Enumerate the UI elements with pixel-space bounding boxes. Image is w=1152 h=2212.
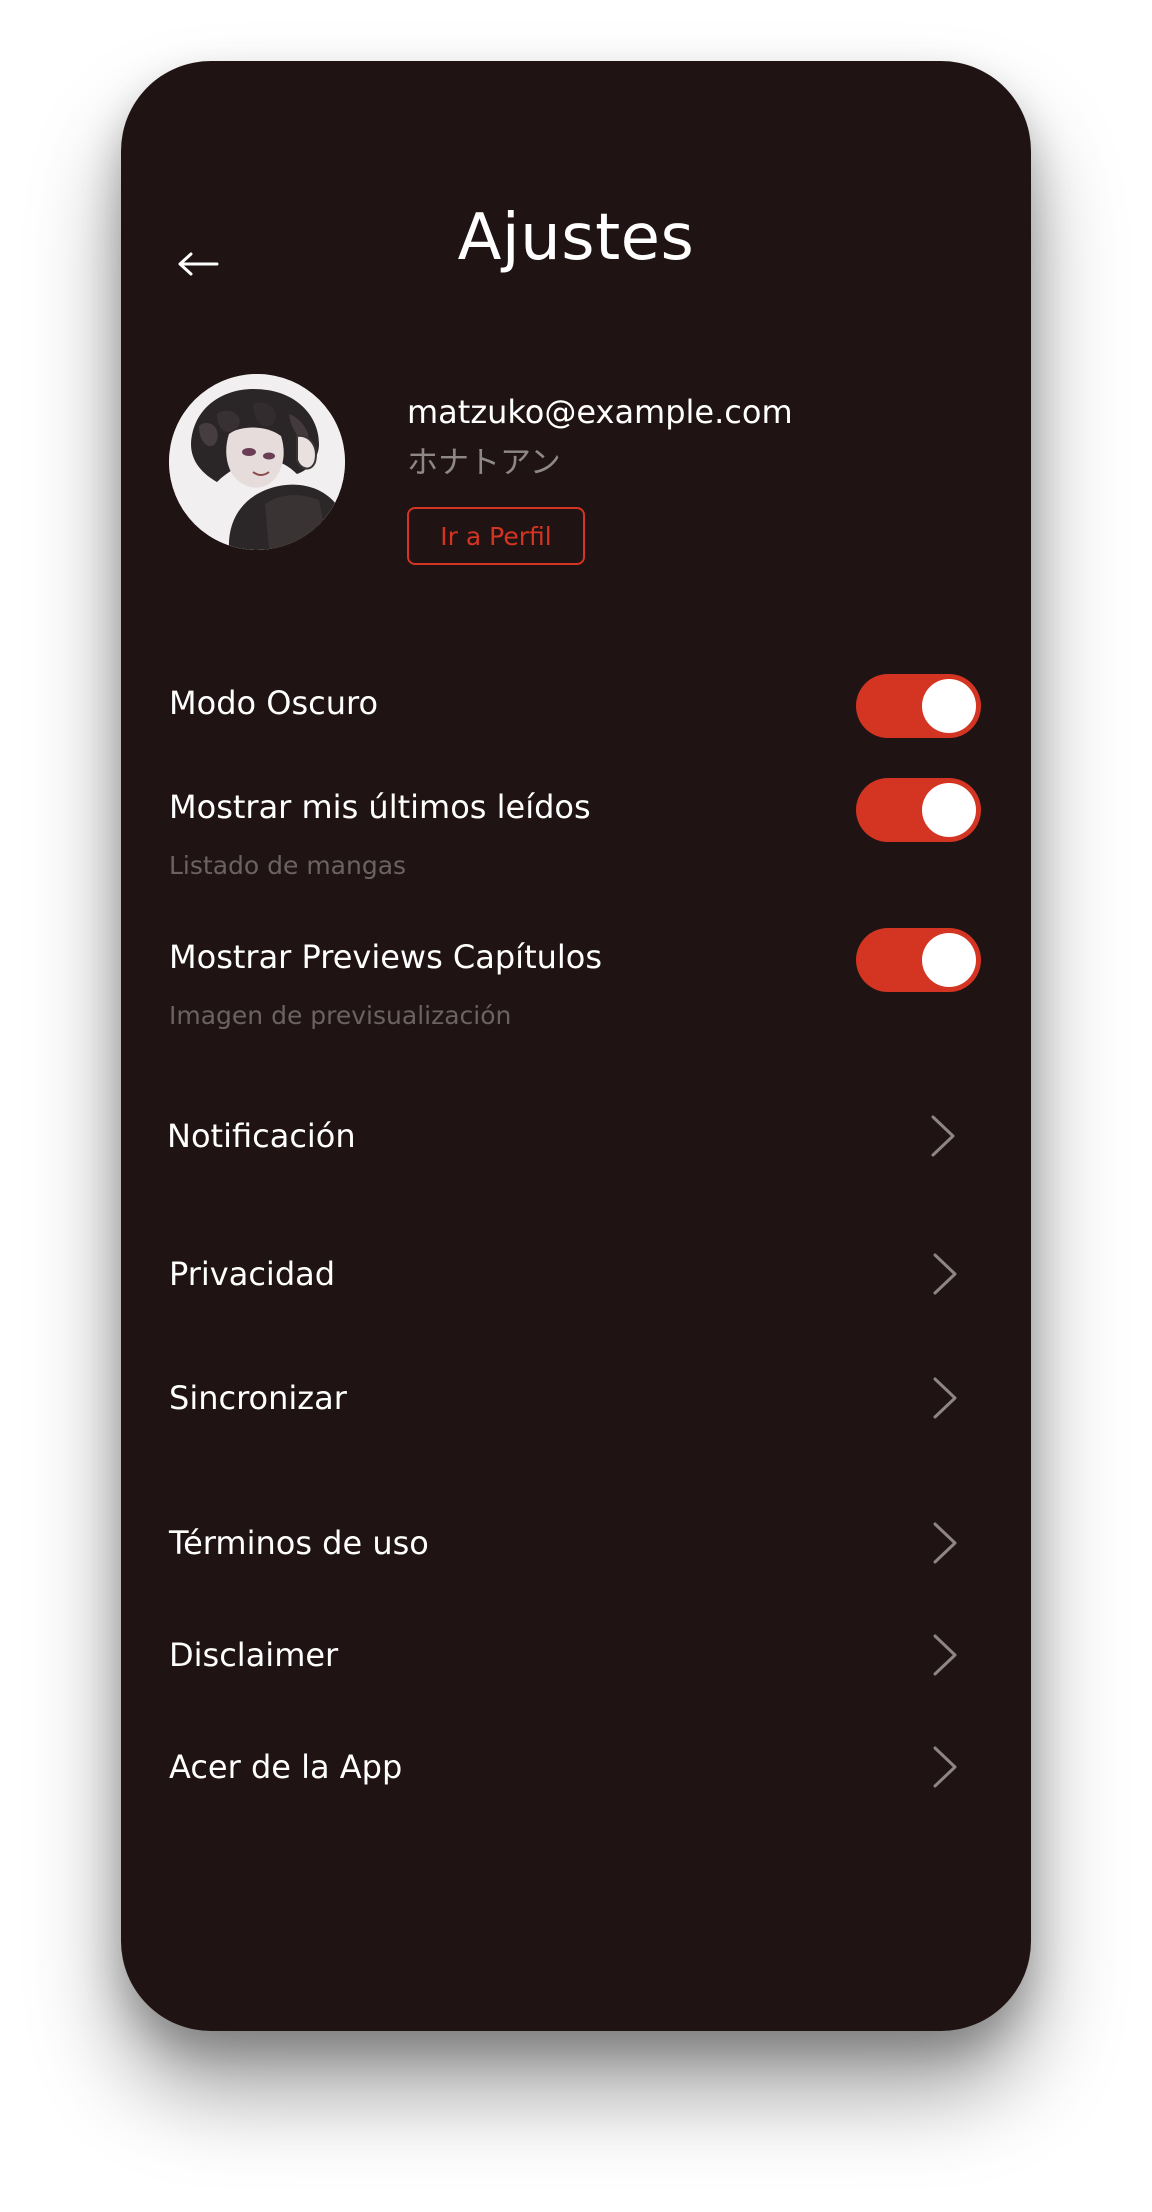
user-name: ホナトアン xyxy=(407,445,561,481)
user-email: matzuko@example.com xyxy=(407,393,793,431)
menu-item-privacy[interactable]: Privacidad xyxy=(167,1239,987,1309)
chevron-right-icon xyxy=(931,1115,955,1157)
menu-item-label: Privacidad xyxy=(169,1255,336,1293)
switch-knob xyxy=(922,783,976,837)
menu-item-sync[interactable]: Sincronizar xyxy=(167,1363,987,1433)
chevron-right-icon xyxy=(933,1377,957,1419)
menu-item-label: Acer de la App xyxy=(169,1748,403,1786)
dark-mode-switch[interactable] xyxy=(856,674,981,738)
switch-knob xyxy=(922,933,976,987)
menu-item-disclaimer[interactable]: Disclaimer xyxy=(167,1620,987,1690)
menu-item-label: Disclaimer xyxy=(169,1636,339,1674)
chapter-previews-switch[interactable] xyxy=(856,928,981,992)
menu-item-label: Términos de uso xyxy=(169,1524,429,1562)
menu-item-about[interactable]: Acer de la App xyxy=(167,1732,987,1802)
chevron-right-icon xyxy=(933,1253,957,1295)
menu-item-label: Sincronizar xyxy=(169,1379,347,1417)
toggle-sublabel: Listado de mangas xyxy=(169,851,407,880)
menu-item-notifications[interactable]: Notificación xyxy=(165,1101,985,1171)
recent-reads-switch[interactable] xyxy=(856,778,981,842)
toggle-label: Mostrar Previews Capítulos xyxy=(169,938,603,976)
settings-screen: Ajustes matzuko@example.com ホナトアン Ir a P… xyxy=(121,61,1031,2031)
menu-item-label: Notificación xyxy=(167,1117,356,1155)
avatar-illustration xyxy=(169,374,345,550)
avatar[interactable] xyxy=(169,374,345,550)
toggle-sublabel: Imagen de previsualización xyxy=(169,1001,512,1030)
chevron-right-icon xyxy=(933,1746,957,1788)
chevron-right-icon xyxy=(933,1522,957,1564)
chevron-right-icon xyxy=(933,1634,957,1676)
switch-knob xyxy=(922,679,976,733)
page-title: Ajustes xyxy=(457,201,695,275)
toggle-label: Modo Oscuro xyxy=(169,684,379,722)
toggle-label: Mostrar mis últimos leídos xyxy=(169,788,591,826)
go-to-profile-button[interactable]: Ir a Perfil xyxy=(407,507,585,565)
menu-item-terms[interactable]: Términos de uso xyxy=(167,1508,987,1578)
